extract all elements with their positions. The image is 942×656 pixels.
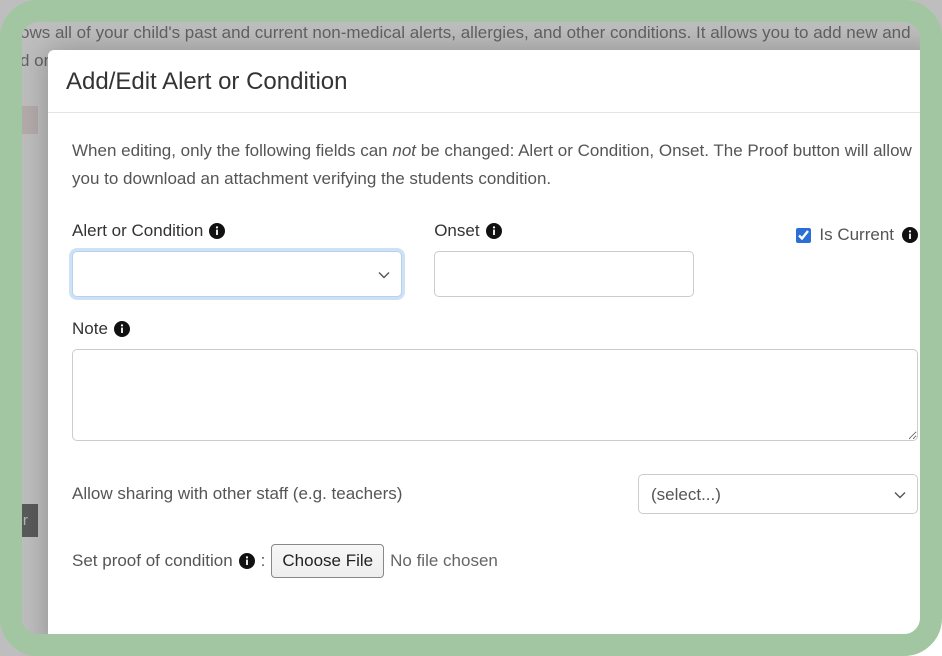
alert-condition-field: Alert or Condition — [72, 221, 410, 297]
modal-body: When editing, only the following fields … — [48, 113, 942, 598]
onset-field: Onset — [434, 221, 772, 297]
proof-row: Set proof of condition : Choose File No … — [72, 544, 918, 578]
form-row-main: Alert or Condition Onset — [72, 221, 918, 297]
choose-file-button[interactable]: Choose File — [271, 544, 384, 578]
alert-condition-select[interactable] — [72, 251, 402, 297]
info-icon[interactable] — [239, 553, 255, 569]
note-textarea[interactable] — [72, 349, 918, 441]
alert-condition-label: Alert or Condition — [72, 221, 410, 241]
share-label: Allow sharing with other staff (e.g. tea… — [72, 484, 402, 504]
info-icon[interactable] — [902, 227, 918, 243]
note-field: Note — [72, 319, 918, 446]
share-row: Allow sharing with other staff (e.g. tea… — [72, 474, 918, 514]
onset-input[interactable] — [434, 251, 694, 297]
is-current-field: Is Current — [796, 221, 918, 297]
intro-text: When editing, only the following fields … — [72, 137, 918, 193]
share-select[interactable]: (select...) — [638, 474, 918, 514]
modal-header: Add/Edit Alert or Condition — [48, 50, 942, 113]
proof-label: Set proof of condition : — [72, 551, 265, 571]
info-icon[interactable] — [114, 321, 130, 337]
no-file-chosen-text: No file chosen — [390, 551, 498, 571]
info-icon[interactable] — [486, 223, 502, 239]
info-icon[interactable] — [209, 223, 225, 239]
note-label: Note — [72, 319, 918, 339]
alert-condition-modal: Add/Edit Alert or Condition When editing… — [48, 50, 942, 656]
modal-title: Add/Edit Alert or Condition — [66, 68, 924, 96]
onset-label: Onset — [434, 221, 772, 241]
is-current-checkbox[interactable] — [796, 228, 811, 243]
is-current-label: Is Current — [819, 225, 894, 245]
